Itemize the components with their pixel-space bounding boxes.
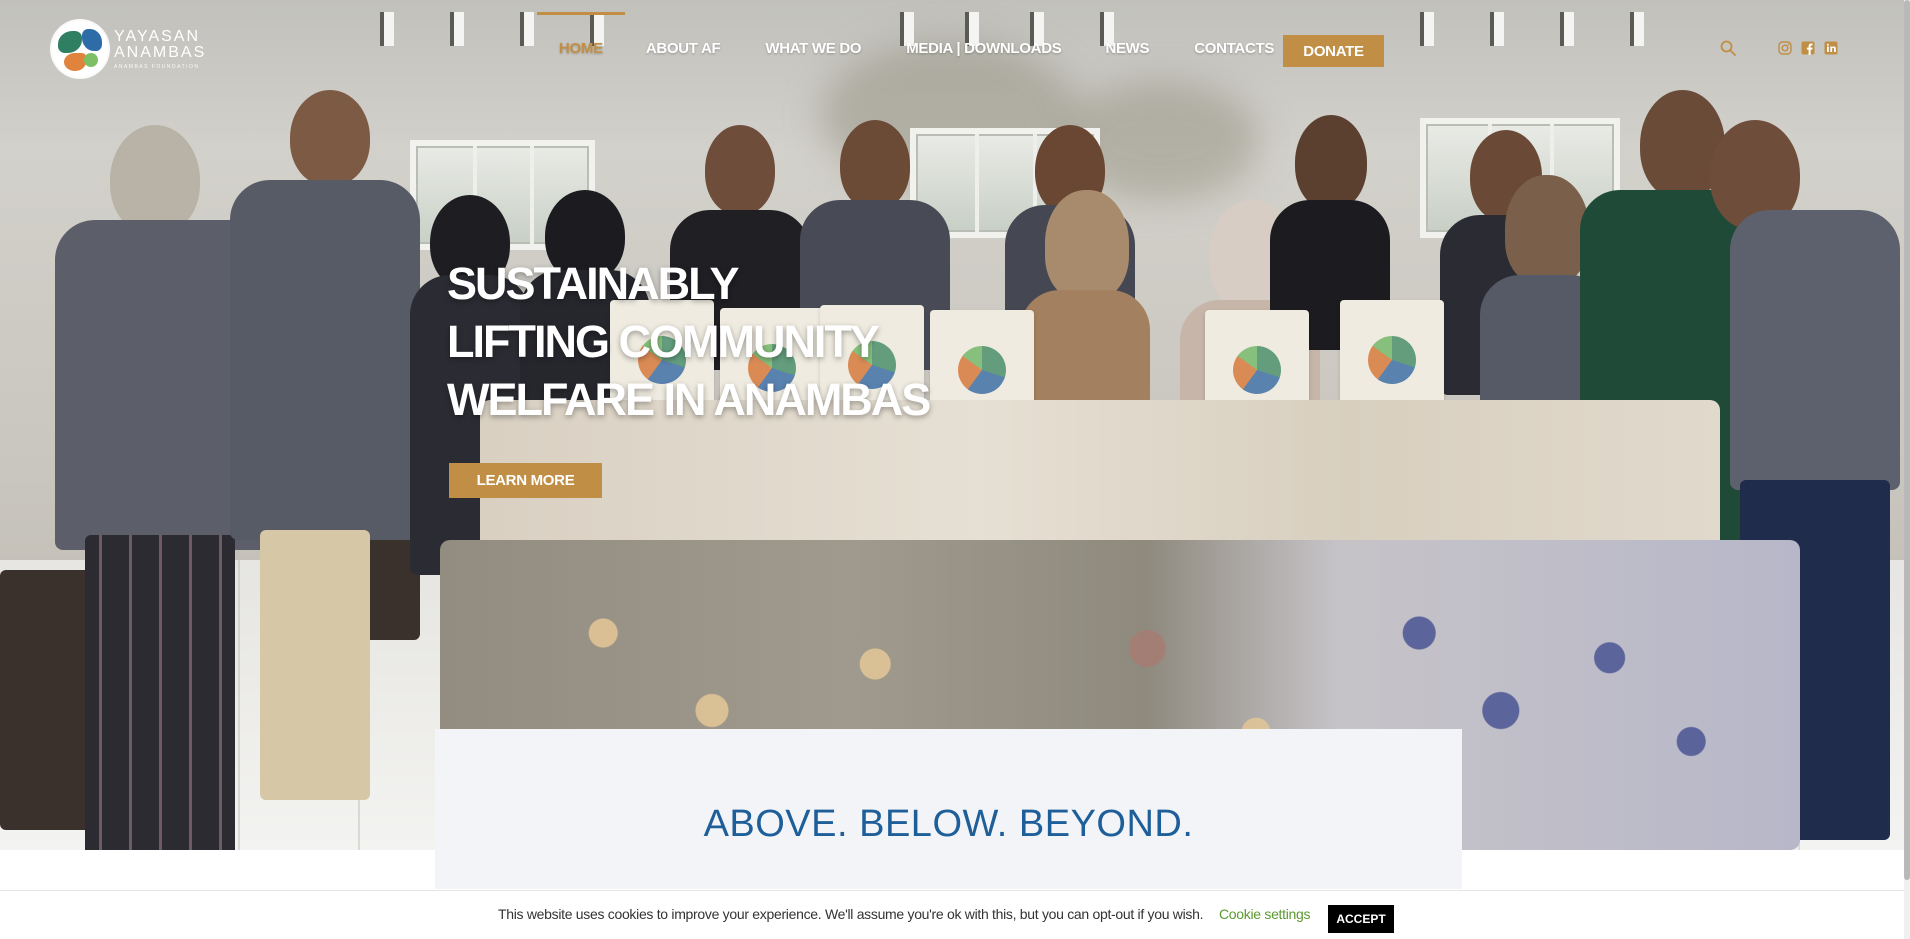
head — [1505, 175, 1589, 285]
legs — [85, 535, 235, 850]
head — [840, 120, 910, 210]
site-logo[interactable]: YAYASAN ANAMBAS ANAMBAS FOUNDATION — [52, 21, 206, 77]
social-links — [1778, 41, 1838, 55]
accept-cookies-button[interactable]: ACCEPT — [1328, 905, 1394, 933]
nav-item-what-we-do[interactable]: WHAT WE DO — [765, 0, 861, 57]
hero-title-line: LIFTING COMMUNITY — [447, 316, 880, 367]
nav-item-home[interactable]: HOME — [537, 0, 625, 57]
head — [1045, 190, 1129, 300]
cookie-message: This website uses cookies to improve you… — [498, 906, 1204, 922]
search-icon[interactable] — [1720, 40, 1736, 56]
hero-title-line: SUSTAINABLY — [447, 258, 740, 309]
nav-item-media-downloads[interactable]: MEDIA | DOWNLOADS — [906, 0, 1062, 57]
bag-logo — [1233, 346, 1281, 394]
hero-title-line: WELFARE IN ANAMBAS — [447, 374, 931, 425]
logo-line-3: ANAMBAS FOUNDATION — [114, 63, 200, 70]
legs — [260, 530, 370, 800]
hero-title: SUSTAINABLY LIFTING COMMUNITY WELFARE IN… — [447, 255, 947, 429]
facebook-icon[interactable] — [1801, 41, 1815, 55]
head — [290, 90, 370, 186]
hero-background-photo — [0, 0, 1910, 850]
head — [705, 125, 775, 215]
site-header: YAYASAN ANAMBAS ANAMBAS FOUNDATION HOME … — [0, 0, 1910, 100]
scrollbar-thumb[interactable] — [1904, 0, 1910, 880]
nav-item-news[interactable]: NEWS — [1105, 0, 1149, 57]
person — [220, 90, 420, 800]
page-scrollbar[interactable] — [1904, 0, 1910, 939]
cookie-consent-bar: This website uses cookies to improve you… — [0, 890, 1904, 939]
tagline-heading: ABOVE. BELOW. BEYOND. — [703, 803, 1194, 845]
cookie-settings-link[interactable]: Cookie settings — [1219, 906, 1311, 922]
head — [110, 125, 200, 235]
instagram-icon[interactable] — [1778, 41, 1792, 55]
tote-bag — [1340, 300, 1444, 410]
linkedin-icon[interactable] — [1824, 41, 1838, 55]
nav-item-about[interactable]: ABOUT AF — [646, 0, 721, 57]
bag-logo — [1368, 336, 1416, 384]
donate-button[interactable]: DONATE — [1283, 35, 1384, 67]
torso — [230, 180, 420, 540]
tagline-card: ABOVE. BELOW. BEYOND. — [435, 729, 1462, 889]
logo-line-1: YAYASAN — [114, 27, 201, 45]
nav-item-contacts[interactable]: CONTACTS — [1194, 0, 1274, 57]
logo-wordmark: YAYASAN ANAMBAS ANAMBAS FOUNDATION — [114, 27, 207, 70]
learn-more-button[interactable]: LEARN MORE — [449, 463, 602, 498]
head — [1295, 115, 1367, 210]
main-nav: HOME ABOUT AF WHAT WE DO MEDIA | DOWNLOA… — [537, 0, 1274, 100]
logo-line-2: ANAMBAS — [114, 43, 207, 61]
logo-emblem-icon — [52, 21, 108, 77]
torso — [1730, 210, 1900, 490]
bag-logo — [958, 346, 1006, 394]
